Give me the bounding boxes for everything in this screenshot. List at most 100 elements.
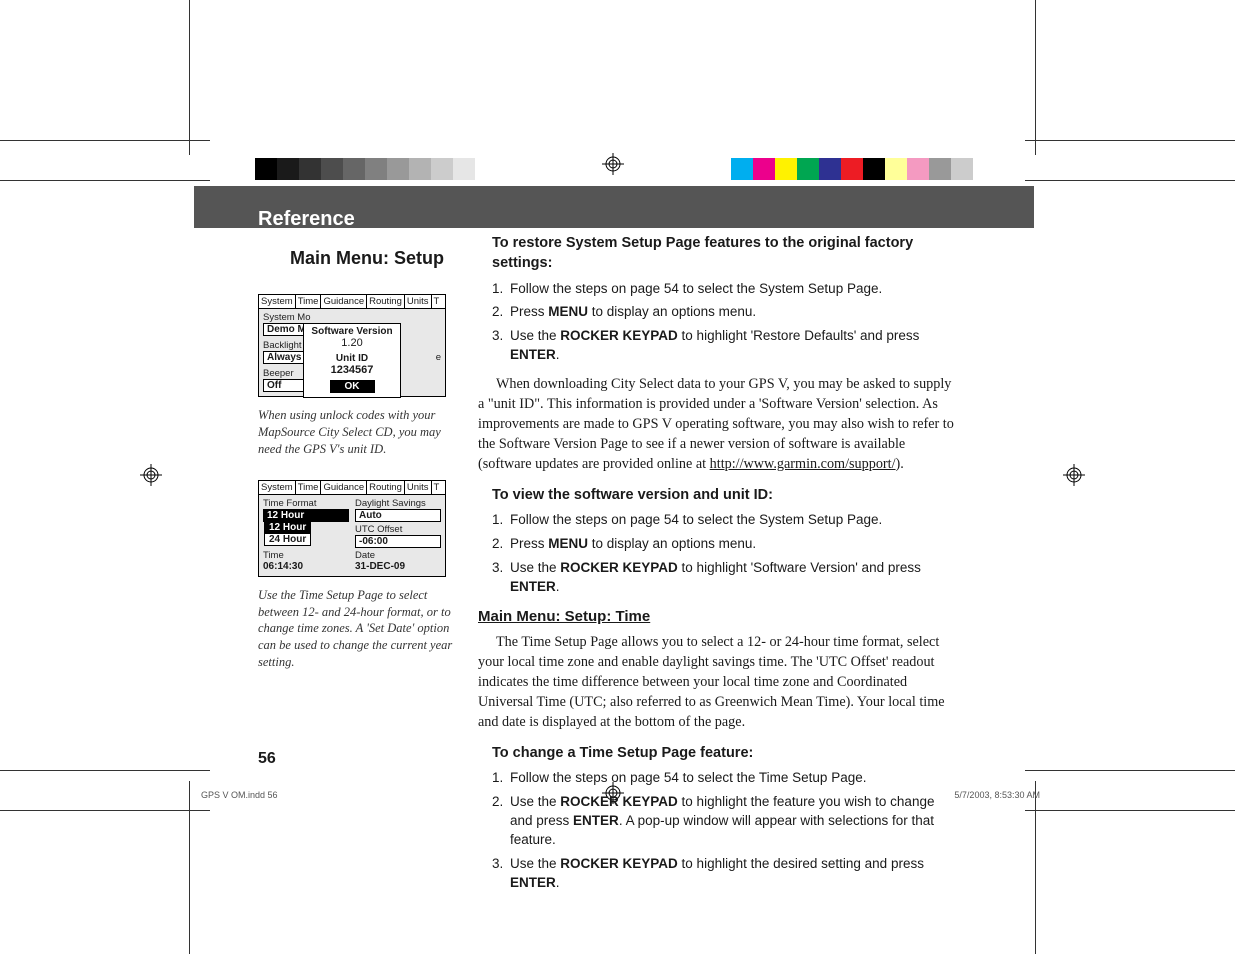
gps-tab: System (259, 481, 296, 494)
gps-tab: Time (296, 481, 322, 494)
list-item: 1.Follow the steps on page 54 to select … (492, 769, 958, 788)
unit-id-value: 1234567 (307, 364, 397, 376)
swatch (907, 158, 929, 180)
swatch (277, 158, 299, 180)
ok-button: OK (330, 380, 375, 393)
gps-tab: Units (405, 295, 432, 308)
swatch (453, 158, 475, 180)
swatch (731, 158, 753, 180)
swatch (819, 158, 841, 180)
label: Daylight Savings (355, 498, 441, 509)
support-url: http://www.garmin.com/support/ (710, 456, 896, 472)
popup-title: Software Version (307, 326, 397, 337)
instruction-heading: To restore System Setup Page features to… (492, 233, 958, 274)
gps-tab: Guidance (321, 295, 367, 308)
crop-mark (1035, 0, 1036, 155)
list-item: 2.Use the ROCKER KEYPAD to highlight the… (492, 793, 958, 850)
swatch (753, 158, 775, 180)
section-header: Reference (258, 208, 355, 231)
list-item: 3.Use the ROCKER KEYPAD to highlight 'Re… (492, 327, 958, 365)
crop-mark (0, 810, 210, 811)
swatch (885, 158, 907, 180)
crop-mark (1025, 770, 1235, 771)
software-version-popup: Software Version 1.20 Unit ID 1234567 OK (303, 323, 401, 398)
label: Time (263, 550, 349, 561)
crop-mark (1025, 140, 1235, 141)
swatch (863, 158, 885, 180)
unit-id-label: Unit ID (307, 353, 397, 364)
swatch (951, 158, 973, 180)
instruction-list: 1.Follow the steps on page 54 to select … (492, 769, 958, 892)
list-item: 1.Follow the steps on page 54 to select … (492, 511, 958, 530)
crop-mark (0, 140, 210, 141)
body-paragraph: When downloading City Select data to you… (478, 375, 958, 474)
gps-tab: T (432, 295, 442, 308)
crop-mark (1025, 180, 1235, 181)
swatch (387, 158, 409, 180)
time-format-dropdown: 12 Hour 24 Hour (264, 521, 311, 546)
software-version-value: 1.20 (307, 337, 397, 349)
section-heading: Main Menu: Setup: Time (478, 606, 958, 627)
label: Time Format (263, 498, 349, 509)
label: e (436, 352, 441, 363)
gps-tab: Routing (367, 295, 405, 308)
swatch (321, 158, 343, 180)
date-value: 31-DEC-09 (355, 561, 441, 572)
instruction-heading: To view the software version and unit ID… (492, 485, 958, 505)
swatch (343, 158, 365, 180)
list-item: 2.Press MENU to display an options menu. (492, 535, 958, 554)
color-swatch-bar (731, 158, 973, 180)
swatch (797, 158, 819, 180)
gps-tab: Guidance (321, 481, 367, 494)
body-paragraph: The Time Setup Page allows you to select… (478, 633, 958, 732)
swatch (929, 158, 951, 180)
footer-timestamp: 5/7/2003, 8:53:30 AM (954, 790, 1040, 800)
registration-mark-icon (602, 153, 624, 175)
instruction-heading: To change a Time Setup Page feature: (492, 743, 958, 763)
swatch (475, 158, 497, 180)
page: Reference Main Menu: Setup SystemTimeGui… (0, 0, 1235, 954)
gps-tab: Routing (367, 481, 405, 494)
list-item: 2.Press MENU to display an options menu. (492, 303, 958, 322)
caption-2: Use the Time Setup Page to select betwee… (258, 587, 458, 671)
grayscale-swatch-bar (255, 158, 497, 180)
crop-mark (1025, 810, 1235, 811)
gps-screenshot-software-version: SystemTimeGuidanceRoutingUnitsT System M… (258, 294, 446, 397)
swatch (255, 158, 277, 180)
label: System Mo (263, 312, 311, 323)
crop-mark (0, 770, 210, 771)
footer-filename: GPS V OM.indd 56 (201, 790, 278, 800)
registration-mark-icon (140, 464, 162, 486)
dst-field: Auto (355, 509, 441, 522)
gps-tab: System (259, 295, 296, 308)
option-12-hour: 12 Hour (265, 522, 310, 534)
time-value: 06:14:30 (263, 561, 349, 572)
instruction-list: 1.Follow the steps on page 54 to select … (492, 280, 958, 366)
gps-tab: Time (296, 295, 322, 308)
option-24-hour: 24 Hour (265, 534, 310, 545)
right-column: To restore System Setup Page features to… (478, 233, 958, 902)
label: Date (355, 550, 441, 561)
swatch (431, 158, 453, 180)
gps-tab: T (432, 481, 442, 494)
left-column: Main Menu: Setup SystemTimeGuidanceRouti… (258, 248, 458, 693)
crop-mark (189, 0, 190, 155)
gps-screenshot-time-setup: SystemTimeGuidanceRoutingUnitsT Time For… (258, 480, 446, 577)
utc-field: -06:00 (355, 535, 441, 548)
caption-1: When using unlock codes with your MapSou… (258, 407, 458, 458)
page-subtitle: Main Menu: Setup (290, 248, 444, 269)
list-item: 3.Use the ROCKER KEYPAD to highlight the… (492, 855, 958, 893)
instruction-list: 1.Follow the steps on page 54 to select … (492, 511, 958, 597)
swatch (409, 158, 431, 180)
crop-mark (1035, 781, 1036, 954)
list-item: 3.Use the ROCKER KEYPAD to highlight 'So… (492, 559, 958, 597)
crop-mark (189, 781, 190, 954)
gps-tab: Units (405, 481, 432, 494)
swatch (841, 158, 863, 180)
swatch (365, 158, 387, 180)
page-number: 56 (258, 750, 276, 768)
list-item: 1.Follow the steps on page 54 to select … (492, 280, 958, 299)
swatch (299, 158, 321, 180)
swatch (775, 158, 797, 180)
label: UTC Offset (355, 524, 441, 535)
